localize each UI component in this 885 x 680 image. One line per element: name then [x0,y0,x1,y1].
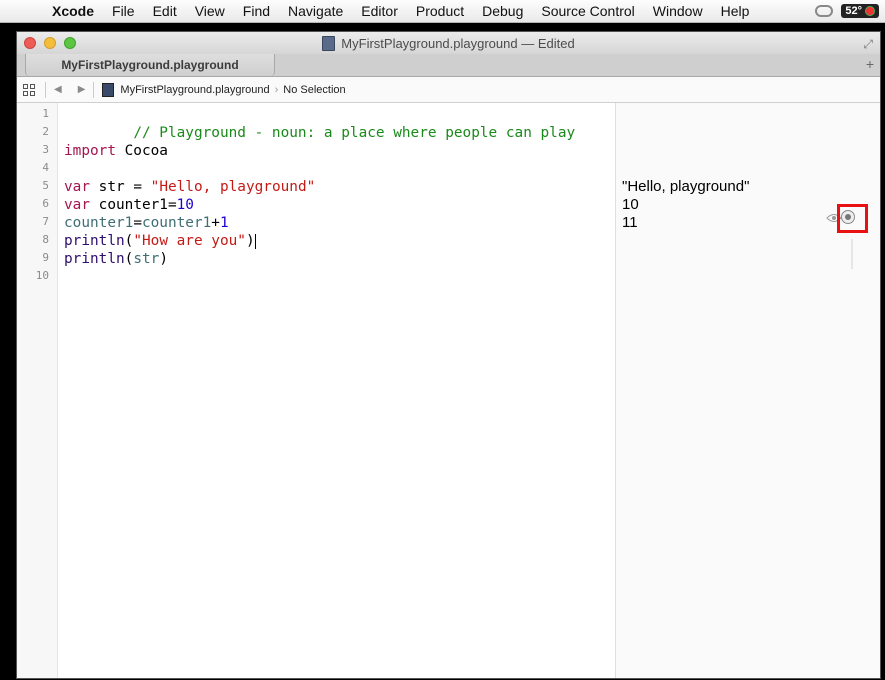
xcode-window: MyFirstPlayground.playground — Edited ⤢ … [17,32,880,678]
string-token: "Hello, playground" [150,179,316,195]
line-number: 10 [35,269,49,282]
breadcrumb-selection[interactable]: No Selection [283,84,345,96]
close-button[interactable] [24,37,36,49]
code-line-9[interactable]: println(str) [64,250,168,268]
paren-token: ) [245,233,255,249]
window-title: MyFirstPlayground.playground — Edited [341,35,575,51]
temperature-widget[interactable]: 52° [841,4,879,18]
minimize-button[interactable] [44,37,56,49]
menu-edit[interactable]: Edit [144,0,186,22]
menu-app[interactable]: Xcode [46,0,103,22]
status-area: 52° [815,4,885,18]
variable-token: counter1 [64,215,134,231]
operator-token: + [211,215,220,231]
code-line-3[interactable]: import Cocoa [64,142,168,160]
window-controls [24,37,76,49]
number-token: 1 [219,215,229,231]
keyword-token: var [64,179,90,195]
menu-editor[interactable]: Editor [352,0,407,22]
code-line-5[interactable]: var str = "Hello, playground" [64,178,315,196]
playground-editor: 1 2 3 4 5 6 7 8 9 10 // Playground - nou… [17,103,880,678]
variable-token: str [133,251,160,267]
menu-navigate[interactable]: Navigate [279,0,352,22]
comment-token: // Playground - noun: a place where peop… [133,125,576,141]
tab-bar: MyFirstPlayground.playground + [17,54,880,77]
code-line-6[interactable]: var counter1=10 [64,196,194,214]
variable-token: counter1 [141,215,212,231]
string-token: "How are you" [133,233,246,249]
back-arrow-icon[interactable]: ◀ [54,84,62,95]
results-sidebar: "Hello, playground" 10 11 [615,103,880,678]
menu-product[interactable]: Product [407,0,473,22]
code-line-7[interactable]: counter1=counter1+1 [64,214,229,232]
line-number-gutter: 1 2 3 4 5 6 7 8 9 10 [17,103,58,678]
code-line-1[interactable]: // Playground - noun: a place where peop… [64,106,575,141]
forward-arrow-icon[interactable]: ▶ [78,84,86,95]
plain-token: counter1= [90,197,177,213]
line-number: 2 [42,125,49,138]
breadcrumb-file[interactable]: MyFirstPlayground.playground [120,84,269,96]
playground-file-icon [322,35,336,51]
menu-find[interactable]: Find [234,0,279,22]
result-line-6: 10 [622,196,639,213]
menu-debug[interactable]: Debug [473,0,532,22]
menu-bar: Xcode File Edit View Find Navigate Edito… [0,0,885,23]
plain-token: str = [90,179,151,195]
title-bar: MyFirstPlayground.playground — Edited ⤢ [17,32,880,54]
scroll-indicator [851,239,853,269]
text-cursor [254,233,256,249]
menu-source-control[interactable]: Source Control [532,0,643,22]
line-number: 1 [42,107,49,120]
line-number: 9 [42,251,49,264]
line-number: 3 [42,143,49,156]
temperature-text: 52° [845,5,862,17]
status-dot-icon [865,6,875,16]
paren-token: ) [159,251,168,267]
tab-playground[interactable]: MyFirstPlayground.playground [25,54,275,76]
function-token: println [64,251,125,267]
result-line-7: 11 [622,214,638,231]
divider [93,81,95,98]
menu-view[interactable]: View [186,0,234,22]
related-items-icon[interactable] [23,83,35,96]
fullscreen-icon[interactable]: ⤢ [863,37,873,52]
operator-token: = [133,215,142,231]
menu-window[interactable]: Window [644,0,712,22]
zoom-button[interactable] [64,37,76,49]
creative-cloud-icon[interactable] [815,5,834,17]
code-line-8[interactable]: println("How are you") [64,232,256,250]
line-number: 7 [42,215,49,228]
line-number: 4 [42,161,49,174]
highlight-box [837,204,868,233]
keyword-token: import [64,143,116,159]
menu-file[interactable]: File [103,0,144,22]
breadcrumb-chevron-icon: › [274,83,279,96]
function-token: println [64,233,125,249]
jump-bar: ◀ ▶ MyFirstPlayground.playground › No Se… [17,77,880,103]
playground-file-icon [102,82,115,97]
menu-help[interactable]: Help [712,0,759,22]
number-token: 10 [176,197,194,213]
add-tab-button[interactable]: + [866,56,874,72]
divider [45,81,46,98]
line-number: 8 [42,233,49,246]
plain-token: Cocoa [115,143,168,159]
result-line-5: "Hello, playground" [622,178,750,195]
line-number: 6 [42,197,49,210]
line-number: 5 [42,179,49,192]
keyword-token: var [64,197,90,213]
